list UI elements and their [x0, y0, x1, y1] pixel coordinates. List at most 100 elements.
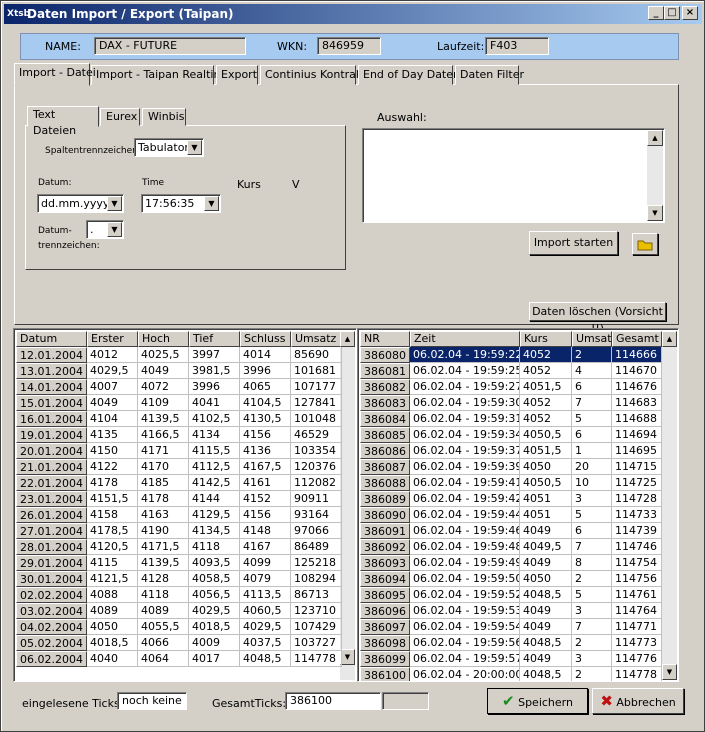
- table-cell[interactable]: 4102,5: [189, 411, 240, 427]
- table-cell[interactable]: 85690: [291, 347, 342, 363]
- table-cell[interactable]: 4049,5: [520, 539, 572, 555]
- table-cell[interactable]: 4166,5: [138, 427, 189, 443]
- table-cell[interactable]: 4128: [138, 571, 189, 587]
- close-icon[interactable]: ×: [682, 6, 698, 20]
- table-cell[interactable]: 386082: [360, 379, 410, 395]
- table-cell[interactable]: 4150: [87, 443, 138, 459]
- table-cell[interactable]: 4049: [87, 395, 138, 411]
- tab-continius-kontrakt[interactable]: Continius Kontrakt: [260, 65, 367, 85]
- table-cell[interactable]: 4049: [520, 523, 572, 539]
- table-cell[interactable]: 386091: [360, 523, 410, 539]
- table-cell[interactable]: 4029,5: [87, 363, 138, 379]
- table-cell[interactable]: 123710: [291, 603, 342, 619]
- table-cell[interactable]: 15.01.2004: [16, 395, 87, 411]
- table-cell[interactable]: 4050,5: [520, 475, 572, 491]
- table-cell[interactable]: 4178: [138, 491, 189, 507]
- table-cell[interactable]: 20: [572, 459, 612, 475]
- table-cell[interactable]: 4048,5: [520, 635, 572, 651]
- table-cell[interactable]: 114728: [612, 491, 662, 507]
- table-row[interactable]: 386098 06.02.04 - 19:59:56 4048,5 2 114773: [358, 635, 664, 651]
- table-cell[interactable]: 4135: [87, 427, 138, 443]
- table-cell[interactable]: 06.02.04 - 19:59:25: [410, 363, 520, 379]
- table-row[interactable]: 386084 06.02.04 - 19:59:31 4052 5 114688: [358, 411, 664, 427]
- table-cell[interactable]: 5: [572, 587, 612, 603]
- table-row[interactable]: 03.02.2004 4089 4089 4029,5 4060,5 123710: [14, 603, 344, 619]
- table-cell[interactable]: 28.01.2004: [16, 539, 87, 555]
- table-cell[interactable]: 19.01.2004: [16, 427, 87, 443]
- table-cell[interactable]: 386093: [360, 555, 410, 571]
- col-header-datum[interactable]: Datum: [16, 331, 87, 347]
- table-cell[interactable]: 4025,5: [138, 347, 189, 363]
- table-cell[interactable]: 06.02.04 - 19:59:53: [410, 603, 520, 619]
- scroll-up-icon[interactable]: ▲: [647, 130, 663, 146]
- table-cell[interactable]: 3: [572, 603, 612, 619]
- daily-data-grid[interactable]: Datum Erster Hoch Tief Schluss Umsatz ▲ …: [13, 328, 357, 682]
- table-cell[interactable]: 14.01.2004: [16, 379, 87, 395]
- table-cell[interactable]: 114761: [612, 587, 662, 603]
- table-row[interactable]: 386087 06.02.04 - 19:59:39 4050 20 114715: [358, 459, 664, 475]
- table-cell[interactable]: 4152: [240, 491, 291, 507]
- tab-daten-filter[interactable]: Daten Filter: [455, 65, 524, 85]
- table-cell[interactable]: 06.02.04 - 19:59:48: [410, 539, 520, 555]
- table-cell[interactable]: 112082: [291, 475, 342, 491]
- table-cell[interactable]: 4066: [138, 635, 189, 651]
- table-cell[interactable]: 386080: [360, 347, 410, 363]
- table-row[interactable]: 386085 06.02.04 - 19:59:34 4050,5 6 114694: [358, 427, 664, 443]
- table-cell[interactable]: 3: [572, 651, 612, 667]
- table-cell[interactable]: 4178: [87, 475, 138, 491]
- tab-export[interactable]: Export: [216, 65, 258, 85]
- datum-combo[interactable]: dd.mm.yyyy ▼: [37, 194, 124, 213]
- table-row[interactable]: 386092 06.02.04 - 19:59:48 4049,5 7 114746: [358, 539, 664, 555]
- scroll-down-icon[interactable]: ▼: [647, 205, 663, 221]
- table-cell[interactable]: 06.02.2004: [16, 651, 87, 667]
- table-row[interactable]: 28.01.2004 4120,5 4171,5 4118 4167 86489: [14, 539, 344, 555]
- table-cell[interactable]: 4056,5: [189, 587, 240, 603]
- table-cell[interactable]: 7: [572, 539, 612, 555]
- table-cell[interactable]: 27.01.2004: [16, 523, 87, 539]
- table-cell[interactable]: 4052: [520, 363, 572, 379]
- table-cell[interactable]: 4115,5: [189, 443, 240, 459]
- table-row[interactable]: 386088 06.02.04 - 19:59:41 4050,5 10 114725: [358, 475, 664, 491]
- table-row[interactable]: 27.01.2004 4178,5 4190 4134,5 4148 97066: [14, 523, 344, 539]
- table-cell[interactable]: 4161: [240, 475, 291, 491]
- table-cell[interactable]: 4007: [87, 379, 138, 395]
- table-cell[interactable]: 114715: [612, 459, 662, 475]
- col-header-erster[interactable]: Erster: [87, 331, 138, 347]
- subtab-text-dateien[interactable]: Text Dateien: [27, 106, 99, 137]
- abbrechen-button[interactable]: ✖ Abbrechen: [592, 688, 684, 714]
- table-cell[interactable]: 06.02.04 - 19:59:57: [410, 651, 520, 667]
- table-cell[interactable]: 4121,5: [87, 571, 138, 587]
- table-row[interactable]: 386082 06.02.04 - 19:59:27 4051,5 6 114676: [358, 379, 664, 395]
- table-cell[interactable]: 4060,5: [240, 603, 291, 619]
- table-cell[interactable]: 3997: [189, 347, 240, 363]
- table-cell[interactable]: 4115: [87, 555, 138, 571]
- datum-trenn-combo[interactable]: . ▼: [86, 220, 124, 239]
- table-row[interactable]: 386096 06.02.04 - 19:59:53 4049 3 114764: [358, 603, 664, 619]
- table-cell[interactable]: 4050: [520, 571, 572, 587]
- tab-import-realtime[interactable]: Import - Taipan Realtime: [91, 65, 231, 85]
- table-cell[interactable]: 4104: [87, 411, 138, 427]
- table-cell[interactable]: 23.01.2004: [16, 491, 87, 507]
- table-cell[interactable]: 107429: [291, 619, 342, 635]
- table-cell[interactable]: 114754: [612, 555, 662, 571]
- table-row[interactable]: 15.01.2004 4049 4109 4041 4104,5 127841: [14, 395, 344, 411]
- right-grid-scrollbar[interactable]: ▲ ▼: [662, 331, 677, 680]
- table-cell[interactable]: 4037,5: [240, 635, 291, 651]
- table-row[interactable]: 05.02.2004 4018,5 4066 4009 4037,5 103727: [14, 635, 344, 651]
- table-cell[interactable]: 7: [572, 395, 612, 411]
- minimize-icon[interactable]: _: [648, 6, 664, 20]
- table-cell[interactable]: 4109: [138, 395, 189, 411]
- table-cell[interactable]: 4130,5: [240, 411, 291, 427]
- table-cell[interactable]: 4118: [189, 539, 240, 555]
- table-cell[interactable]: 4089: [87, 603, 138, 619]
- table-cell[interactable]: 4129,5: [189, 507, 240, 523]
- table-cell[interactable]: 3996: [189, 379, 240, 395]
- col-header-hoch[interactable]: Hoch: [138, 331, 189, 347]
- table-row[interactable]: 20.01.2004 4150 4171 4115,5 4136 103354: [14, 443, 344, 459]
- table-cell[interactable]: 114688: [612, 411, 662, 427]
- table-cell[interactable]: 06.02.04 - 19:59:41: [410, 475, 520, 491]
- table-cell[interactable]: 114773: [612, 635, 662, 651]
- col-header-kurs[interactable]: Kurs: [520, 331, 572, 347]
- table-cell[interactable]: 386083: [360, 395, 410, 411]
- title-bar[interactable]: Xtsb Daten Import / Export (Taipan) _ □ …: [4, 4, 702, 24]
